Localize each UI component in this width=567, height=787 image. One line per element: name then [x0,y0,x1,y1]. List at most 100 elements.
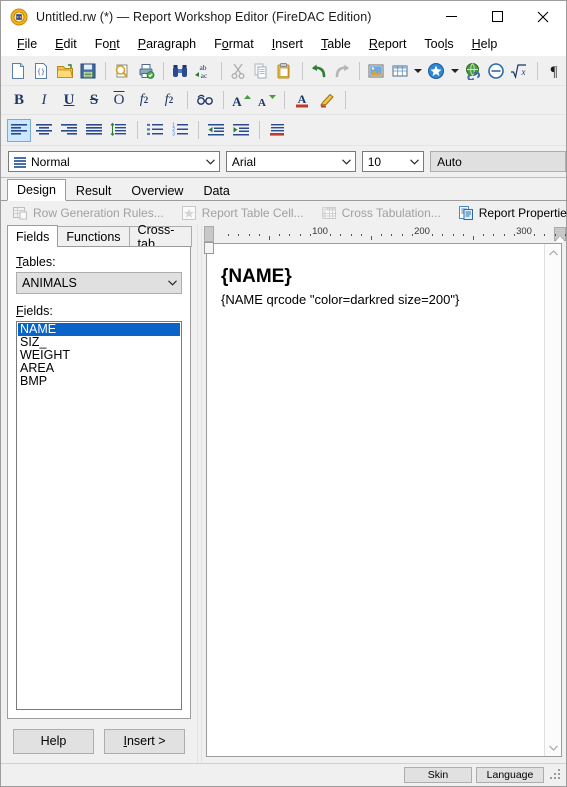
insert-formula-icon[interactable]: x [508,59,530,82]
scroll-down-icon[interactable] [545,739,561,756]
menu-table[interactable]: Table [312,34,360,54]
insert-button[interactable]: Insert > [104,728,185,754]
show-paragraph-marks-icon[interactable]: ¶ [543,59,565,82]
print-icon[interactable] [135,59,157,82]
scroll-up-icon[interactable] [545,244,561,261]
align-right-icon[interactable] [57,119,81,142]
font-family-combo[interactable]: Arial [225,151,356,172]
cross-tabulation-button[interactable]: Cross Tabulation... [314,203,448,224]
insert-image-icon[interactable] [365,59,387,82]
menu-edit[interactable]: Edit [46,34,86,54]
insert-field-dropdown-icon[interactable] [448,59,460,82]
chevron-down-icon[interactable] [338,158,355,165]
tab-result[interactable]: Result [66,179,121,201]
italic-icon[interactable]: I [32,89,56,112]
scrollbar-track[interactable] [545,261,561,739]
menu-paragraph[interactable]: Paragraph [129,34,205,54]
menu-help[interactable]: Help [463,34,507,54]
replace-abac-icon[interactable]: ab ac [192,59,214,82]
redo-arrow-icon[interactable] [331,59,353,82]
font-size-combo[interactable]: 10 [361,151,425,172]
cut-scissors-icon[interactable] [227,59,249,82]
sidebar-tab-functions[interactable]: Functions [57,226,130,247]
resize-grip[interactable] [550,769,562,781]
tab-overview-label: Overview [131,183,184,198]
menu-font[interactable]: Font [86,34,129,54]
report-properties-button[interactable]: Report Properties... [451,203,567,224]
ruler-tick [503,234,505,236]
row-generation-rules-button[interactable]: Row Generation Rules... [5,203,171,224]
document-page[interactable]: {NAME} {NAME qrcode "color=darkred size=… [207,244,544,756]
menu-insert[interactable]: Insert [263,34,312,54]
maximize-button[interactable] [474,1,520,32]
underline-icon[interactable]: U [57,89,81,112]
help-button[interactable]: Help [13,728,94,754]
insert-symbol-icon[interactable] [485,59,507,82]
chevron-down-icon[interactable] [202,158,219,165]
minimize-button[interactable] [428,1,474,32]
insert-table-dropdown-icon[interactable] [412,59,424,82]
menu-format[interactable]: Format [205,34,263,54]
paragraph-border-icon[interactable] [265,119,289,142]
ruler-tick [309,234,311,236]
print-preview-icon[interactable] [111,59,133,82]
right-indent-marker[interactable] [554,236,565,242]
menu-report[interactable]: Report [360,34,416,54]
tab-design[interactable]: Design [7,179,66,201]
font-color-icon[interactable]: A [290,89,314,112]
strikethrough-icon[interactable]: S [82,89,106,112]
tables-combo[interactable]: ANIMALS [16,272,182,294]
paste-clipboard-icon[interactable] [273,59,295,82]
paragraph-style-combo[interactable]: Normal [8,151,220,172]
fields-listbox[interactable]: NAME SIZ_ WEIGHT AREA BMP [16,321,182,710]
new-document-icon[interactable] [7,59,29,82]
font-color-auto-field[interactable]: Auto [430,151,566,172]
open-folder-icon[interactable] [54,59,76,82]
close-button[interactable] [520,1,566,32]
tab-data[interactable]: Data [193,179,239,201]
svg-text:¶: ¶ [550,64,557,80]
align-center-icon[interactable] [32,119,56,142]
sidebar-tab-fields[interactable]: Fields [7,225,59,247]
bullet-list-icon[interactable] [143,119,167,142]
menu-tools[interactable]: Tools [415,34,462,54]
superscript-icon[interactable]: f2 [157,89,181,112]
save-floppy-icon[interactable] [77,59,99,82]
insert-table-icon[interactable] [389,59,411,82]
line-spacing-icon[interactable] [107,119,131,142]
menu-file[interactable]: File [8,34,46,54]
list-item[interactable]: BMP [18,375,180,388]
bold-icon[interactable]: B [7,89,31,112]
chevron-down-icon[interactable] [406,158,423,165]
report-table-cell-button[interactable]: Report Table Cell... [174,203,311,224]
insert-hyperlink-icon[interactable] [462,59,484,82]
subscript-icon[interactable]: f2 [132,89,156,112]
numbered-list-icon[interactable]: 123 [168,119,192,142]
decrease-indent-icon[interactable] [204,119,228,142]
small-caps-icon[interactable] [193,89,217,112]
shrink-font-icon[interactable]: A [254,89,278,112]
horizontal-ruler[interactable]: 100 200 300 [214,226,566,242]
sidebar-tab-crosstab[interactable]: Cross-tab [128,223,192,251]
align-left-icon[interactable] [7,118,31,142]
window-controls [428,1,566,32]
language-button[interactable]: Language [476,767,544,783]
document-vertical-scrollbar[interactable] [544,244,561,756]
chevron-down-icon[interactable] [163,280,181,286]
skin-button[interactable]: Skin [404,767,472,783]
find-binoculars-icon[interactable] [169,59,191,82]
overline-icon[interactable]: O [107,89,131,112]
report-table-cell-label: Report Table Cell... [201,206,304,220]
left-margin-marker[interactable] [204,242,214,254]
new-template-icon[interactable]: {} [30,59,52,82]
increase-indent-icon[interactable] [229,119,253,142]
undo-arrow-icon[interactable] [308,59,330,82]
ruler-tick [442,234,444,236]
highlight-color-icon[interactable] [315,89,339,112]
copy-icon[interactable] [250,59,272,82]
fields-sidebar: Fields Functions Cross-tab Tables: ANIMA… [1,223,197,763]
insert-star-field-icon[interactable] [425,59,447,82]
grow-font-icon[interactable]: A [229,89,253,112]
tab-overview[interactable]: Overview [121,179,193,201]
align-justify-icon[interactable] [82,119,106,142]
